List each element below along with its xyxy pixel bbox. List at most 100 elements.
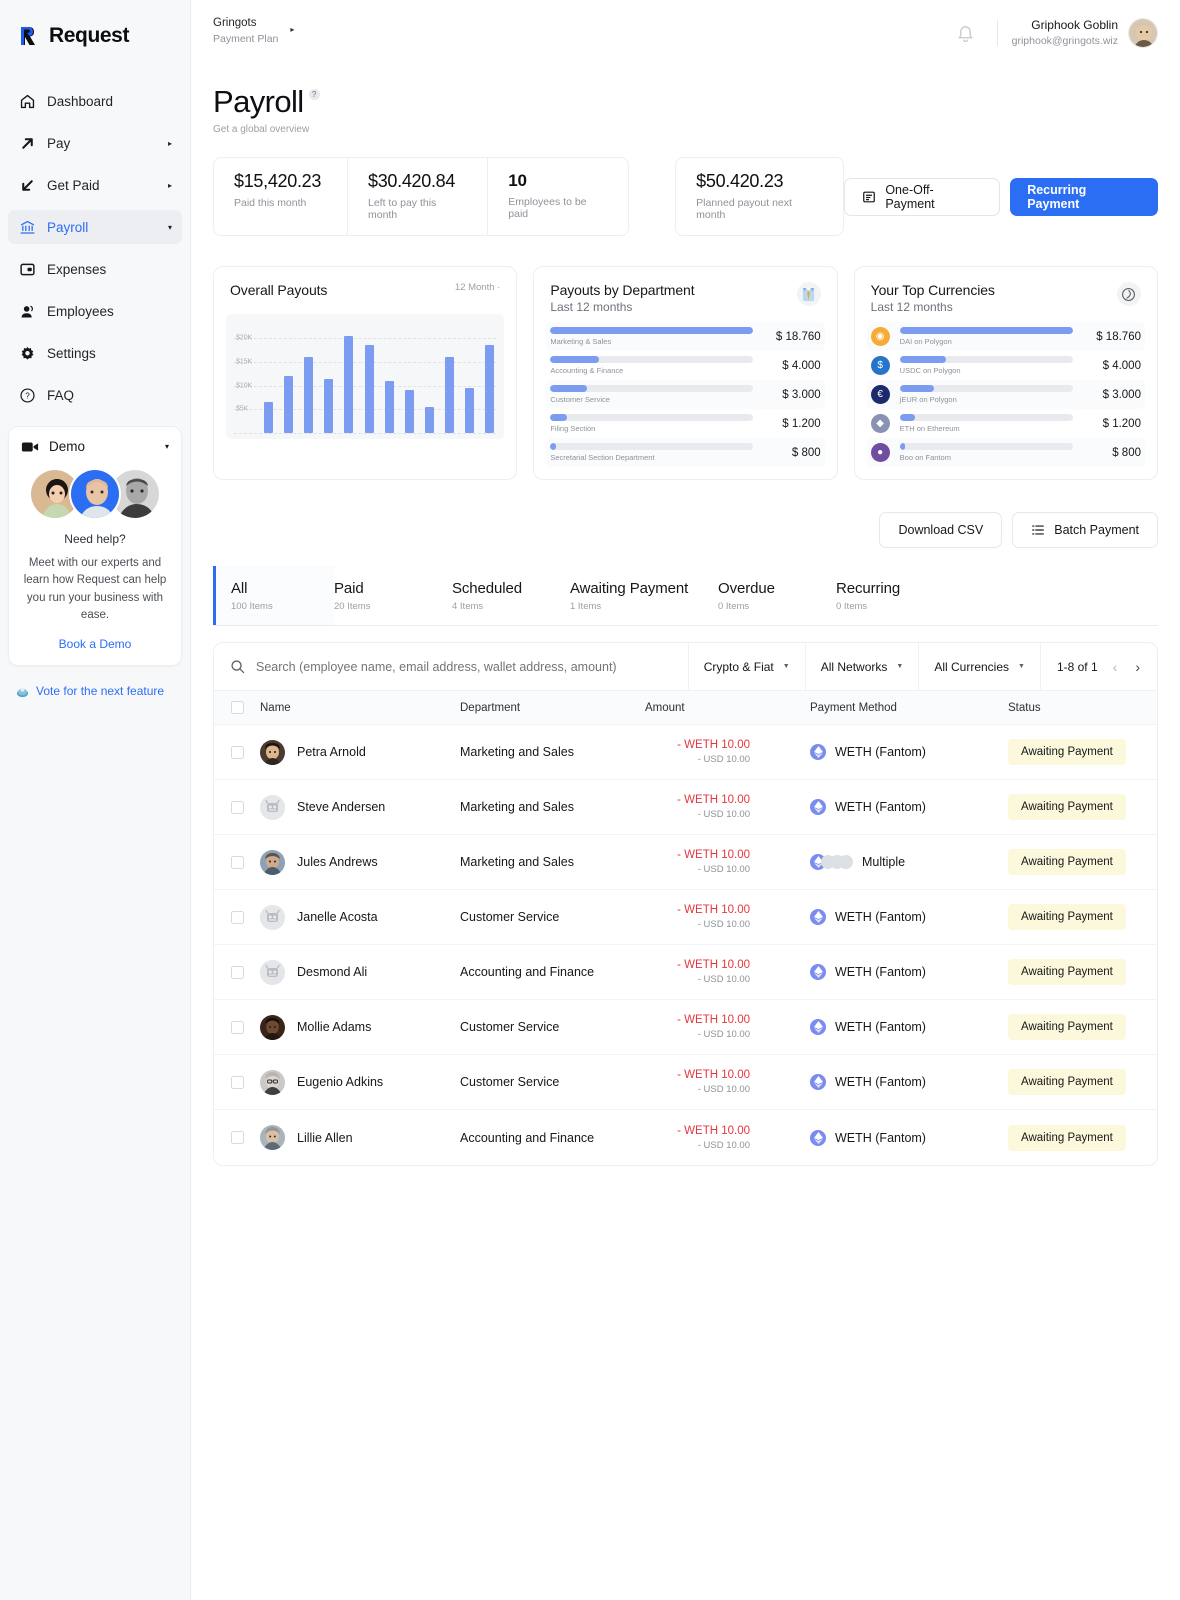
overall-payouts-card: Overall Payouts 12 Month · $20K $15K $10K $… (213, 266, 518, 480)
department-name: Marketing and Sales (460, 745, 574, 759)
tab-paid[interactable]: Paid 20 Items (334, 566, 452, 625)
vote-next-feature-link[interactable]: Vote for the next feature (16, 684, 190, 698)
chevron-down-icon[interactable]: ▾ (165, 442, 169, 451)
batch-payment-button[interactable]: Batch Payment (1012, 512, 1158, 548)
demo-card-header[interactable]: Demo ▾ (21, 439, 169, 454)
chart-bar (344, 335, 354, 433)
currency-name: Boo on Fantom (899, 453, 951, 462)
currency-amount: $ 4.000 (1102, 359, 1141, 372)
main-content: Gringots Payment Plan ▸ Griphook Goblin … (191, 0, 1180, 1600)
amount-crypto: - WETH 10.00 (677, 1014, 750, 1026)
table-row[interactable]: Mollie Adams Customer Service - WETH 10.00… (214, 1000, 1157, 1055)
department-row: Marketing & Sales $ 18.760 (546, 322, 825, 351)
user-info[interactable]: Griphook Goblin griphook@gringots.wiz (1012, 17, 1118, 48)
avatar[interactable] (1128, 18, 1158, 48)
search-box[interactable] (214, 659, 688, 674)
row-checkbox[interactable] (230, 910, 244, 924)
row-checkbox[interactable] (230, 1020, 244, 1034)
employee-name: Jules Andrews (297, 855, 378, 869)
chart-bar (485, 345, 495, 433)
currency-name: ETH on Ethereum (899, 424, 960, 433)
row-checkbox[interactable] (230, 855, 244, 869)
payment-method-label: WETH (Fantom) (835, 1020, 926, 1034)
stat-card-paid-this-month: $15,420.23 Paid this month (214, 158, 347, 235)
demo-card: Demo ▾ Need help? Meet with our experts … (8, 426, 182, 666)
row-checkbox[interactable] (230, 1075, 244, 1089)
demo-avatars (21, 468, 169, 520)
sidebar-item-payroll[interactable]: Payroll ▾ (8, 210, 182, 244)
row-checkbox[interactable] (230, 745, 244, 759)
filter-networks[interactable]: All Networks ▼ (804, 643, 919, 691)
sidebar-item-faq[interactable]: ? FAQ (8, 378, 182, 412)
amount-usd: - USD 10.00 (697, 919, 750, 930)
table-row[interactable]: Lillie Allen Accounting and Finance - WETH… (214, 1110, 1157, 1165)
recurring-payment-button[interactable]: Recurring Payment (1010, 177, 1158, 216)
stat-card-left-to-pay: $30.420.84 Left to pay this month (347, 158, 487, 235)
table-row[interactable]: Jules Andrews Marketing and Sales - WETH 1… (214, 835, 1157, 890)
book-a-demo-link[interactable]: Book a Demo (21, 637, 169, 651)
column-header-name[interactable]: Name (260, 702, 460, 714)
row-select-cell (214, 965, 260, 979)
department-bar: Filing Section (550, 414, 753, 433)
column-header-amount[interactable]: Amount (645, 702, 810, 714)
breadcrumb-org[interactable]: Gringots Payment Plan (213, 16, 278, 46)
tab-awaiting-payment[interactable]: Awaiting Payment 1 Items (570, 566, 718, 625)
employee-name: Steve Andersen (297, 800, 386, 814)
table-row[interactable]: Desmond Ali Accounting and Finance - WETH … (214, 945, 1157, 1000)
column-header-department[interactable]: Department (460, 702, 645, 714)
tab-scheduled[interactable]: Scheduled 4 Items (452, 566, 570, 625)
row-select-cell (214, 910, 260, 924)
bar-fill (550, 443, 557, 450)
tab-label: All (231, 580, 248, 597)
table-row[interactable]: Steve Andersen Marketing and Sales - WETH … (214, 780, 1157, 835)
download-csv-button[interactable]: Download CSV (879, 512, 1003, 548)
table-body: Petra Arnold Marketing and Sales - WETH 10… (214, 725, 1157, 1165)
sidebar-item-expenses[interactable]: Expenses (8, 252, 182, 286)
table-row[interactable]: Eugenio Adkins Customer Service - WETH 10.… (214, 1055, 1157, 1110)
tab-overdue[interactable]: Overdue 0 Items (718, 566, 836, 625)
page-title: Payroll (213, 84, 304, 119)
column-header-status[interactable]: Status (1008, 702, 1157, 714)
tab-recurring[interactable]: Recurring 0 Items (836, 566, 976, 625)
stats-row: $15,420.23 Paid this month $30.420.84 Le… (191, 135, 1180, 236)
chevron-right-icon[interactable]: ▸ (290, 25, 294, 34)
amount-box: - WETH 10.00 - USD 10.00 (645, 739, 750, 765)
one-off-payment-button[interactable]: One-Off-Payment (844, 177, 1001, 216)
department-name: Marketing & Sales (550, 337, 612, 346)
table-row[interactable]: Petra Arnold Marketing and Sales - WETH 10… (214, 725, 1157, 780)
sidebar-item-label: Payroll (47, 219, 89, 235)
cell-payment-method: WETH (Fantom) (810, 1074, 1008, 1090)
amount-usd: - USD 10.00 (697, 864, 750, 875)
row-checkbox[interactable] (230, 800, 244, 814)
sidebar-item-get-paid[interactable]: Get Paid ▸ (8, 168, 182, 202)
currency-bar: DAI on Polygon (899, 327, 1073, 346)
filter-crypto-fiat[interactable]: Crypto & Fiat ▼ (687, 643, 805, 691)
gridline (234, 433, 497, 434)
sidebar-item-employees[interactable]: Employees (8, 294, 182, 328)
chart-range-selector[interactable]: 12 Month · (455, 282, 500, 293)
batch-payment-label: Batch Payment (1054, 523, 1139, 537)
row-checkbox[interactable] (230, 1131, 244, 1144)
notifications-bell-icon[interactable] (949, 16, 983, 50)
row-select-cell (214, 1020, 260, 1034)
sidebar-item-pay[interactable]: Pay ▸ (8, 126, 182, 160)
sidebar-item-dashboard[interactable]: Dashboard (8, 84, 182, 118)
info-icon[interactable]: ? (308, 89, 320, 100)
search-input[interactable] (256, 659, 672, 674)
stat-label: Planned payout next month (696, 197, 792, 221)
column-header-payment-method[interactable]: Payment Method (810, 702, 1008, 714)
card-header-text: Overall Payouts (230, 282, 455, 298)
cell-amount: - WETH 10.00 - USD 10.00 (645, 959, 810, 985)
table-row[interactable]: Janelle Acosta Customer Service - WETH 10.… (214, 890, 1157, 945)
department-name: Customer Service (460, 1020, 560, 1034)
employee-name: Eugenio Adkins (297, 1075, 384, 1089)
list-icon (1031, 523, 1045, 537)
sidebar-item-settings[interactable]: Settings (8, 336, 182, 370)
filter-currencies[interactable]: All Currencies ▼ (918, 643, 1040, 691)
prev-page-button[interactable]: ‹ (1110, 659, 1121, 675)
svg-text:?: ? (25, 391, 30, 400)
row-checkbox[interactable] (230, 965, 244, 979)
tab-all[interactable]: All 100 Items (213, 566, 334, 625)
select-all-checkbox[interactable] (230, 701, 244, 714)
next-page-button[interactable]: › (1132, 659, 1143, 675)
